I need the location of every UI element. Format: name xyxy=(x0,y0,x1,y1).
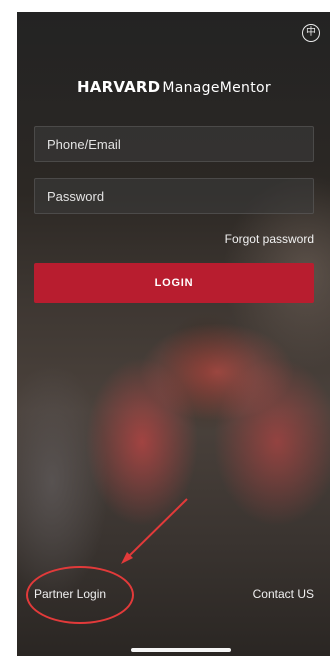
language-switch-button[interactable]: 中 xyxy=(302,24,320,42)
forgot-password-link[interactable]: Forgot password xyxy=(225,232,314,246)
logo-product: ManageMentor xyxy=(162,80,271,96)
phone-email-input[interactable] xyxy=(35,127,313,161)
annotation-arrow xyxy=(121,498,188,564)
password-field[interactable] xyxy=(34,178,314,214)
app-logo: HARVARD ManageMentor xyxy=(77,78,271,100)
phone-email-field[interactable] xyxy=(34,126,314,162)
login-screen: 中 HARVARD ManageMentor Forgot password L… xyxy=(17,12,330,656)
password-input[interactable] xyxy=(35,179,313,213)
partner-login-link[interactable]: Partner Login xyxy=(34,587,106,601)
globe-icon: 中 xyxy=(306,27,316,38)
login-button[interactable]: LOGIN xyxy=(34,263,314,303)
home-indicator xyxy=(131,648,231,652)
contact-us-link[interactable]: Contact US xyxy=(253,587,314,601)
logo-brand: HARVARD xyxy=(77,78,161,96)
